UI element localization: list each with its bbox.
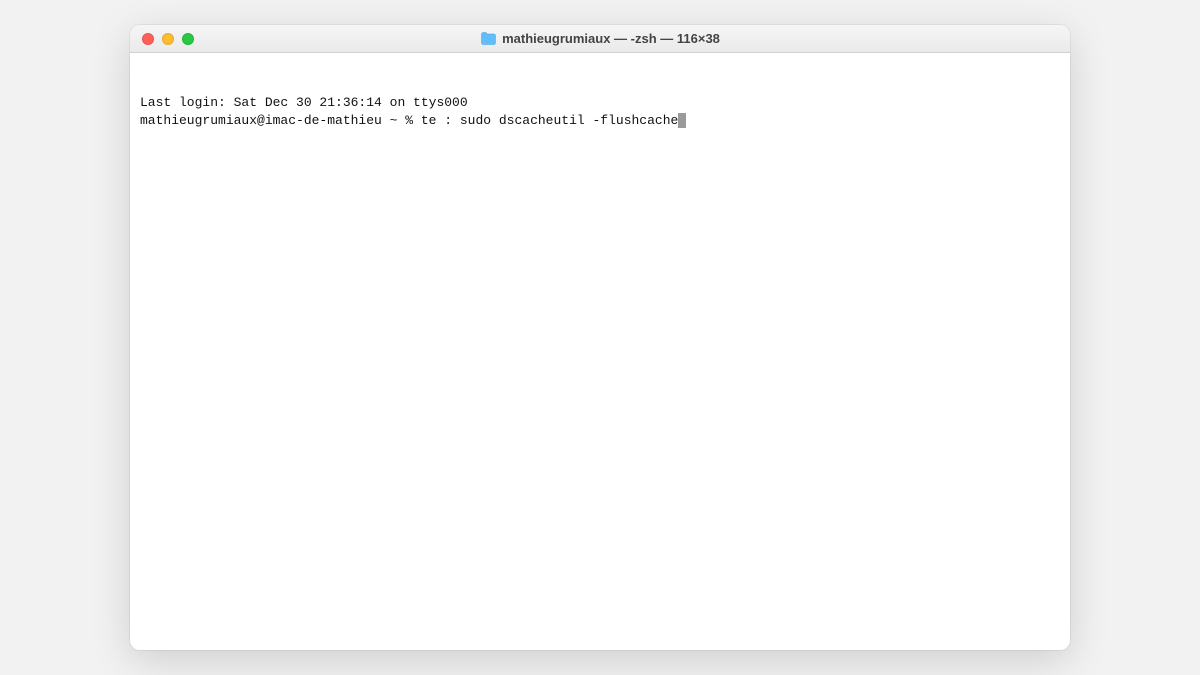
window-controls xyxy=(130,33,194,45)
maximize-icon[interactable] xyxy=(182,33,194,45)
folder-icon xyxy=(480,32,496,45)
terminal-body[interactable]: Last login: Sat Dec 30 21:36:14 on ttys0… xyxy=(130,53,1070,650)
prompt: mathieugrumiaux@imac-de-mathieu ~ % xyxy=(140,113,421,128)
close-icon[interactable] xyxy=(142,33,154,45)
command-input[interactable]: te : sudo dscacheutil -flushcache xyxy=(421,113,678,128)
last-login-line: Last login: Sat Dec 30 21:36:14 on ttys0… xyxy=(140,94,1060,112)
prompt-line: mathieugrumiaux@imac-de-mathieu ~ % te :… xyxy=(140,112,1060,130)
minimize-icon[interactable] xyxy=(162,33,174,45)
cursor-icon xyxy=(678,113,686,128)
window-title: mathieugrumiaux — -zsh — 116×38 xyxy=(502,31,720,46)
window-title-container: mathieugrumiaux — -zsh — 116×38 xyxy=(130,31,1070,46)
titlebar[interactable]: mathieugrumiaux — -zsh — 116×38 xyxy=(130,25,1070,53)
terminal-window: mathieugrumiaux — -zsh — 116×38 Last log… xyxy=(130,25,1070,650)
